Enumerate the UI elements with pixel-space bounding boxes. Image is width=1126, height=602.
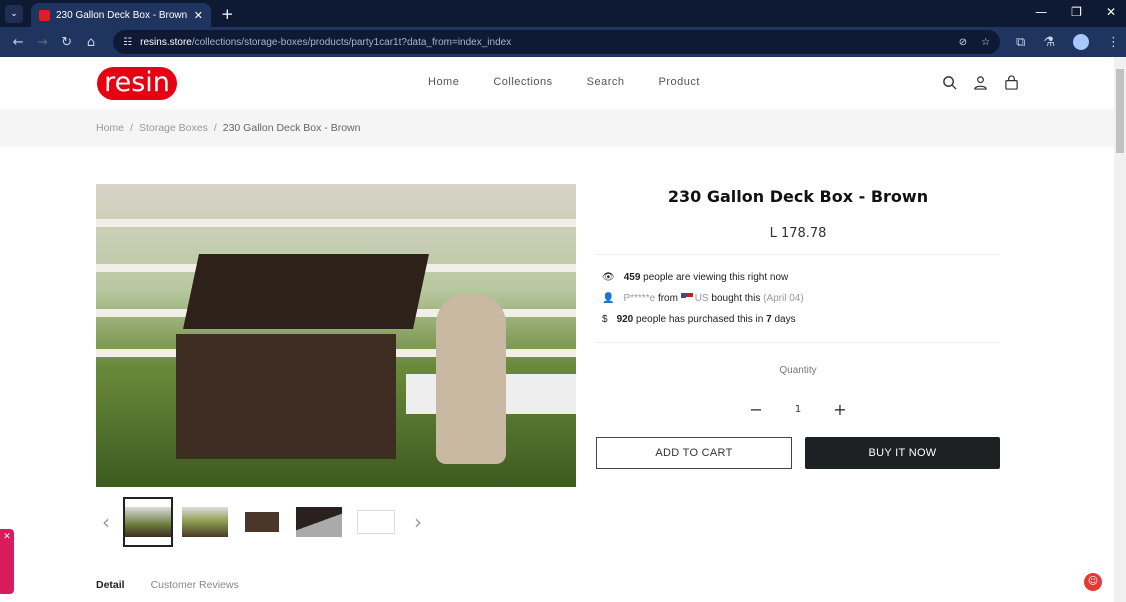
breadcrumb-home[interactable]: Home <box>96 122 124 134</box>
logo[interactable]: resin <box>97 67 177 100</box>
us-flag-icon <box>680 293 693 301</box>
thumbnail-gallery: ‹ › <box>96 497 428 547</box>
browser-tab-bar: ⌄ 230 Gallon Deck Box - Brown ✕ + — ❐ ✕ <box>0 0 1126 27</box>
bookmark-star-icon[interactable]: ☆ <box>981 37 990 48</box>
dollar-icon: $ <box>602 314 608 325</box>
profile-avatar[interactable] <box>1073 34 1089 50</box>
thumbnail[interactable] <box>180 497 230 547</box>
close-icon[interactable]: ✕ <box>3 532 11 542</box>
back-icon[interactable]: ← <box>6 35 30 50</box>
nav-collections[interactable]: Collections <box>493 76 552 88</box>
labs-flask-icon[interactable]: ⚗ <box>1043 35 1055 50</box>
nav-home[interactable]: Home <box>428 76 459 88</box>
add-to-cart-button[interactable]: ADD TO CART <box>596 437 792 469</box>
eye-icon: 👁 <box>602 272 615 283</box>
url-domain: resins.store <box>140 36 192 48</box>
home-icon[interactable]: ⌂ <box>79 35 103 50</box>
thumbnail[interactable] <box>123 497 173 547</box>
site-info-icon[interactable]: ☷ <box>123 37 132 48</box>
thumbnail[interactable] <box>351 497 401 547</box>
breadcrumb: Home / Storage Boxes/ 230 Gallon Deck Box… <box>0 109 1114 147</box>
product-info: 230 Gallon Deck Box - Brown L 178.78 👁 45… <box>596 184 1000 469</box>
forward-icon[interactable]: → <box>30 35 54 50</box>
nav-product[interactable]: Product <box>659 76 700 88</box>
new-tab-icon[interactable]: + <box>221 5 234 23</box>
url-input[interactable]: ☷ resins.store/collections/storage-boxes… <box>113 30 1001 54</box>
extensions-icon[interactable]: ⧉ <box>1016 35 1025 50</box>
tab-search-chevron-icon[interactable]: ⌄ <box>5 4 23 23</box>
chevron-left-icon[interactable]: ‹ <box>96 510 116 534</box>
side-promo-widget[interactable]: ✕ <box>0 529 14 594</box>
breadcrumb-current: 230 Gallon Deck Box - Brown <box>222 122 361 134</box>
url-path: /collections/storage-boxes/products/part… <box>191 36 512 48</box>
tab-customer-reviews[interactable]: Customer Reviews <box>151 579 239 591</box>
minimize-icon[interactable]: — <box>1035 5 1047 19</box>
user-icon: 👤 <box>602 293 615 304</box>
product-title: 230 Gallon Deck Box - Brown <box>667 187 929 206</box>
tab-title: 230 Gallon Deck Box - Brown <box>56 9 188 21</box>
cart-bag-icon[interactable] <box>1004 75 1019 90</box>
reload-icon[interactable]: ↻ <box>55 35 79 50</box>
quantity-value[interactable]: 1 <box>795 404 801 415</box>
address-bar-row: ← → ↻ ⌂ ☷ resins.store/collections/stora… <box>0 27 1126 57</box>
menu-kebab-icon[interactable]: ⋮ <box>1107 35 1120 50</box>
browser-tab[interactable]: 230 Gallon Deck Box - Brown ✕ <box>31 3 211 27</box>
account-icon[interactable] <box>973 75 988 90</box>
chevron-right-icon[interactable]: › <box>408 510 428 534</box>
buy-now-button[interactable]: BUY IT NOW <box>805 437 1000 469</box>
thumbnail[interactable] <box>294 497 344 547</box>
site-header: resin Home Collections Search Product <box>0 57 1114 109</box>
breadcrumb-storage-boxes[interactable]: Storage Boxes <box>139 122 208 134</box>
page-scrollbar[interactable] <box>1114 57 1126 602</box>
decrease-button[interactable]: − <box>749 400 762 419</box>
eye-off-icon[interactable]: ⊘ <box>959 37 967 48</box>
close-tab-icon[interactable]: ✕ <box>194 9 203 22</box>
restore-icon[interactable]: ❐ <box>1071 5 1082 19</box>
chat-widget-icon[interactable]: ☺ <box>1084 573 1102 591</box>
search-icon[interactable] <box>942 75 957 90</box>
product-tabs: Detail Customer Reviews <box>96 579 239 591</box>
thumbnail[interactable] <box>237 497 287 547</box>
quantity-stepper: − 1 + <box>596 400 1000 419</box>
quantity-label: Quantity <box>779 365 817 376</box>
product-price: L 178.78 <box>596 226 1000 255</box>
main-nav: Home Collections Search Product <box>428 76 700 88</box>
social-proof: 👁 459 people are viewing this right now 👤… <box>596 255 1000 343</box>
product-main-image[interactable] <box>96 184 576 487</box>
close-window-icon[interactable]: ✕ <box>1106 5 1116 19</box>
increase-button[interactable]: + <box>833 400 846 419</box>
tab-detail[interactable]: Detail <box>96 579 125 591</box>
nav-search[interactable]: Search <box>587 76 625 88</box>
favicon-icon <box>39 9 50 21</box>
